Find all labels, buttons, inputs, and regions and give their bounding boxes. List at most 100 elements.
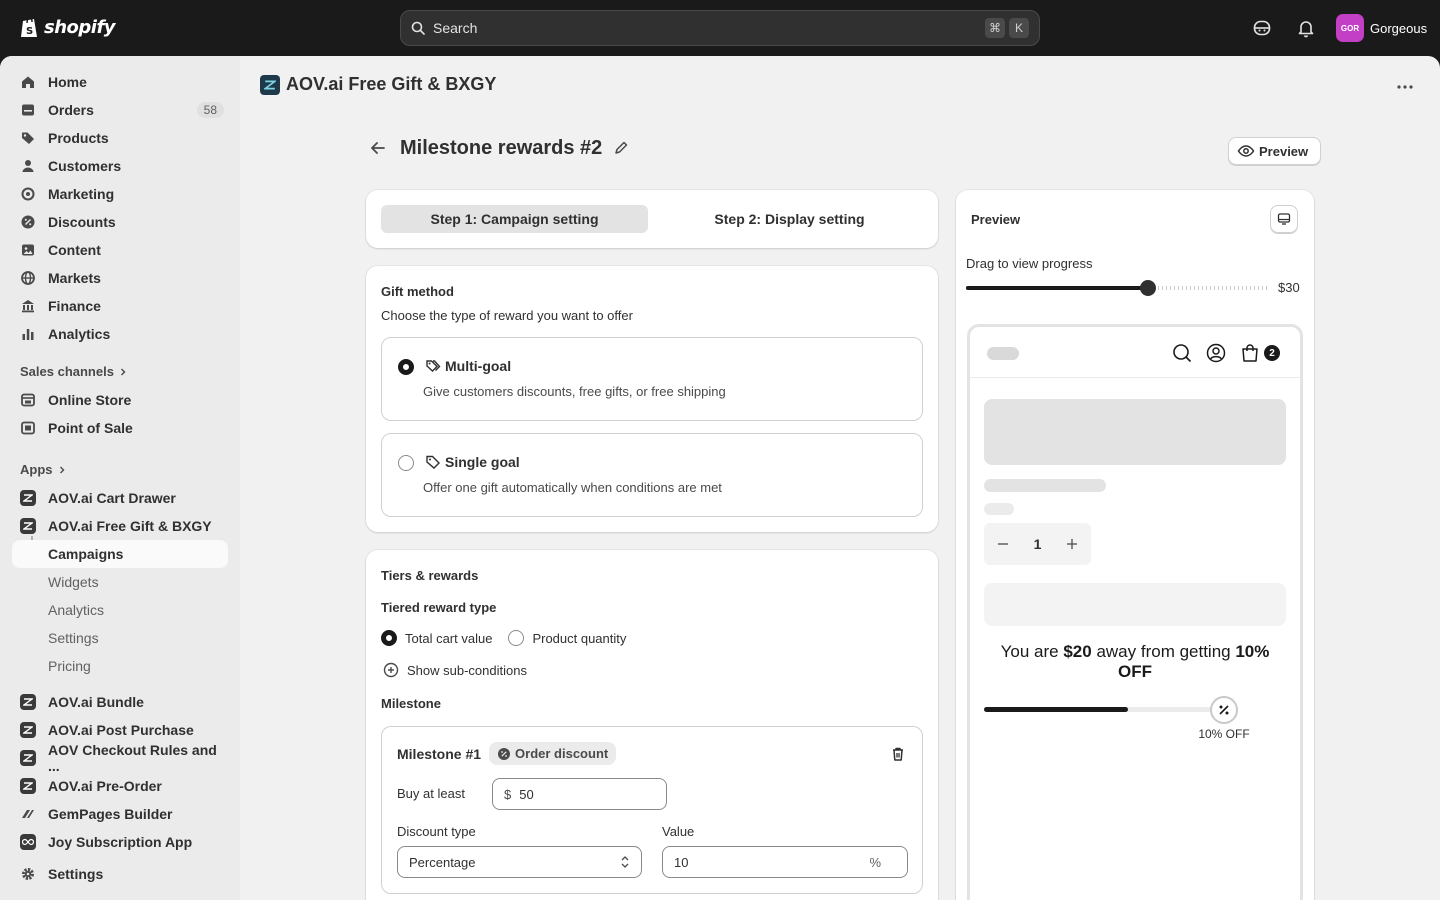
- gift-method-title: Gift method: [381, 284, 454, 299]
- sidebar-app-cart-drawer[interactable]: AOV.ai Cart Drawer: [12, 484, 228, 512]
- discount-type-select[interactable]: Percentage: [397, 846, 642, 878]
- infinity-icon: [20, 834, 36, 850]
- app-title: AOV.ai Free Gift & BXGY: [286, 74, 497, 94]
- page-title: Milestone rewards #2: [400, 136, 603, 159]
- subnav-settings[interactable]: Settings: [12, 624, 228, 652]
- option-multi-goal[interactable]: Multi-goal Give customers discounts, fre…: [381, 337, 923, 421]
- search-icon: [411, 21, 425, 35]
- delete-trash-icon[interactable]: [889, 745, 907, 763]
- radio-button[interactable]: [381, 630, 397, 646]
- plus-icon[interactable]: [1065, 537, 1079, 551]
- search-input[interactable]: Search ⌘ K: [400, 10, 1040, 46]
- gift-method-card: Gift method Choose the type of reward yo…: [366, 266, 938, 532]
- subnav-pricing[interactable]: Pricing: [12, 652, 228, 680]
- sidebar-item-discounts[interactable]: Discounts: [12, 208, 228, 236]
- bell-icon[interactable]: [1296, 18, 1316, 38]
- orders-count-badge: 58: [196, 102, 224, 118]
- value-label: Value: [662, 824, 695, 839]
- sidebar-app-checkout-rules[interactable]: AOV Checkout Rules and ...: [12, 742, 228, 774]
- radio-total-cart-value[interactable]: Total cart value: [381, 630, 492, 646]
- preview-button[interactable]: Preview: [1228, 137, 1322, 165]
- edit-pencil-icon[interactable]: [612, 139, 630, 157]
- milestone-marker-label: 10% OFF: [1198, 727, 1250, 741]
- sidebar-item-content[interactable]: Content: [12, 236, 228, 264]
- sidebar-app-post-purchase[interactable]: AOV.ai Post Purchase: [12, 716, 228, 744]
- sidebar-item-finance[interactable]: Finance: [12, 292, 228, 320]
- milestone-1-title: Milestone #1: [397, 745, 482, 762]
- sidekick-icon[interactable]: [1252, 18, 1272, 38]
- reward-progress-bar: [984, 707, 1224, 712]
- more-options-icon[interactable]: [1396, 78, 1414, 96]
- sidebar-item-orders[interactable]: Orders 58: [12, 96, 228, 124]
- radio-multi-goal[interactable]: [398, 359, 414, 375]
- sidebar-item-settings[interactable]: Settings: [12, 860, 228, 888]
- radio-single-goal[interactable]: [398, 455, 414, 471]
- subnav-widgets[interactable]: Widgets: [12, 568, 228, 596]
- tab-label: Step 1: Campaign setting: [430, 211, 599, 227]
- sidebar-item-label: Marketing: [48, 186, 115, 202]
- globe-icon: [21, 271, 35, 285]
- apps-header[interactable]: Apps: [20, 462, 67, 477]
- desktop-view-button[interactable]: [1270, 205, 1298, 233]
- slider-thumb[interactable]: [1140, 280, 1157, 296]
- back-arrow-icon[interactable]: [366, 136, 390, 160]
- preview-card: Preview Drag to view progress $30 2 1 Yo…: [956, 190, 1314, 900]
- target-icon: [21, 187, 35, 201]
- minus-icon[interactable]: [996, 537, 1010, 551]
- sidebar-item-online-store[interactable]: Online Store: [12, 386, 228, 414]
- milestone-1-panel: Milestone #1 Order discount Buy at least…: [381, 726, 923, 894]
- message-amount: $20: [1063, 642, 1092, 661]
- subnav-label: Analytics: [48, 602, 105, 618]
- milestone-1-header: Milestone #1 Order discount: [397, 742, 617, 765]
- sidebar-item-point-of-sale[interactable]: Point of Sale: [12, 414, 228, 442]
- eye-icon: [1237, 145, 1255, 157]
- sidebar-item-customers[interactable]: Customers: [12, 152, 228, 180]
- search-icon: [1173, 344, 1192, 363]
- currency-prefix: $: [504, 786, 512, 802]
- account-icon: [1206, 343, 1226, 363]
- progress-slider[interactable]: [966, 280, 1270, 296]
- show-sub-conditions-button[interactable]: Show sub-conditions: [383, 662, 527, 678]
- search-placeholder: Search: [433, 20, 478, 36]
- pos-icon: [21, 421, 35, 435]
- preview-title: Preview: [971, 212, 1021, 227]
- store-menu[interactable]: GOR Gorgeous: [1336, 14, 1427, 42]
- app-title-bar: AOV.ai Free Gift & BXGY: [260, 74, 496, 95]
- sidebar-item-label: AOV.ai Cart Drawer: [48, 490, 176, 506]
- quantity-stepper[interactable]: 1: [984, 523, 1091, 565]
- sales-channels-label: Sales channels: [20, 364, 114, 379]
- buy-at-least-input[interactable]: $ 50: [492, 778, 667, 810]
- person-icon: [22, 160, 34, 172]
- radio-button[interactable]: [508, 630, 525, 646]
- store-logo-placeholder: [987, 347, 1019, 360]
- aov-app-icon: [20, 490, 36, 506]
- sidebar-item-home[interactable]: Home: [12, 68, 228, 96]
- message-pre: You are: [1000, 642, 1064, 661]
- subnav-analytics[interactable]: Analytics: [12, 596, 228, 624]
- option-single-goal[interactable]: Single goal Offer one gift automatically…: [381, 433, 923, 517]
- sidebar-item-products[interactable]: Products: [12, 124, 228, 152]
- sidebar-app-pre-order[interactable]: AOV.ai Pre-Order: [12, 772, 228, 800]
- sidebar-item-analytics[interactable]: Analytics: [12, 320, 228, 348]
- tab-step-2[interactable]: Step 2: Display setting: [656, 205, 923, 233]
- sidebar-item-marketing[interactable]: Marketing: [12, 180, 228, 208]
- discount-icon: [21, 215, 35, 229]
- add-to-cart-skeleton: [984, 583, 1286, 626]
- sidebar-item-label: Content: [48, 242, 101, 258]
- radio-product-quantity[interactable]: Product quantity: [508, 630, 626, 646]
- tab-step-1[interactable]: Step 1: Campaign setting: [381, 205, 648, 233]
- sidebar-app-gempages[interactable]: GemPages Builder: [12, 800, 228, 828]
- sales-channels-header[interactable]: Sales channels: [20, 364, 128, 379]
- sidebar-item-markets[interactable]: Markets: [12, 264, 228, 292]
- discount-type-label: Discount type: [397, 824, 476, 839]
- sidebar-item-label: AOV.ai Bundle: [48, 694, 144, 710]
- subnav-campaigns[interactable]: Campaigns: [12, 540, 228, 568]
- discount-type-value: Percentage: [409, 854, 476, 870]
- sidebar-app-joy-subscription[interactable]: Joy Subscription App: [12, 828, 228, 856]
- sidebar-app-free-gift[interactable]: AOV.ai Free Gift & BXGY: [12, 512, 228, 540]
- shopify-logo[interactable]: S shopify: [20, 15, 116, 39]
- sidebar-item-label: Markets: [48, 270, 101, 286]
- value-input[interactable]: 10 %: [662, 846, 908, 878]
- sidebar-item-label: Joy Subscription App: [48, 834, 193, 850]
- sidebar-app-bundle[interactable]: AOV.ai Bundle: [12, 688, 228, 716]
